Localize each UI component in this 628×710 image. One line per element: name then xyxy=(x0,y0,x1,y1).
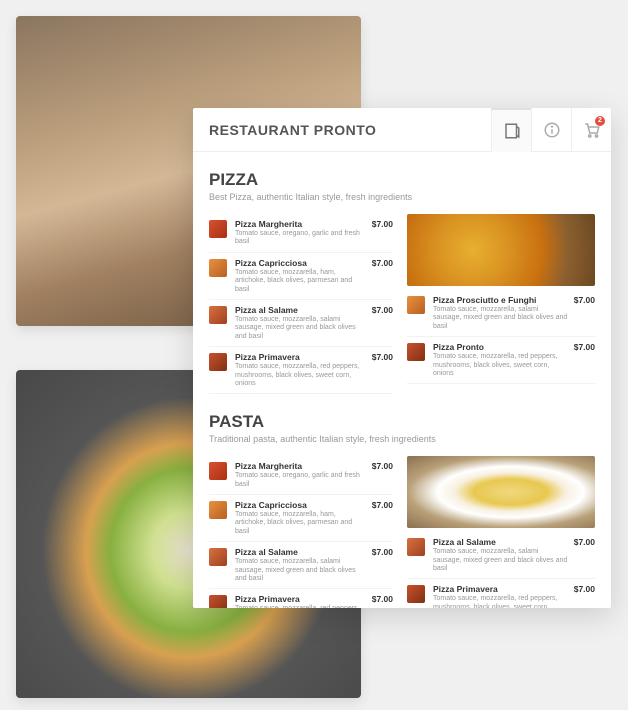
menu-item[interactable]: Pizza al SalameTomato sauce, mozzarella,… xyxy=(407,532,595,579)
pasta-feature-image xyxy=(407,456,595,528)
item-name: Pizza al Salame xyxy=(235,547,366,557)
menu-view-button[interactable] xyxy=(491,108,531,152)
item-name: Pizza Margherita xyxy=(235,461,366,471)
cart-count-badge: 2 xyxy=(595,116,605,126)
item-name: Pizza Capricciosa xyxy=(235,258,366,268)
item-thumb xyxy=(209,595,227,608)
menu-item[interactable]: Pizza PrimaveraTomato sauce, mozzarella,… xyxy=(209,589,393,608)
item-desc: Tomato sauce, mozzarella, ham, artichoke… xyxy=(235,269,366,294)
item-price: $7.00 xyxy=(574,584,595,594)
menu-item[interactable]: Pizza al SalameTomato sauce, mozzarella,… xyxy=(209,542,393,589)
section-title: PASTA xyxy=(209,412,595,432)
restaurant-menu-panel: RESTAURANT PRONTO 2 PIZZA Best Pizza, au… xyxy=(193,108,611,608)
panel-header: RESTAURANT PRONTO 2 xyxy=(193,108,611,152)
item-price: $7.00 xyxy=(372,258,393,268)
section-subtitle: Best Pizza, authentic Italian style, fre… xyxy=(209,192,595,202)
item-price: $7.00 xyxy=(372,500,393,510)
item-desc: Tomato sauce, mozzarella, salami sausage… xyxy=(235,558,366,583)
item-name: Pizza Primavera xyxy=(433,584,568,594)
item-desc: Tomato sauce, mozzarella, salami sausage… xyxy=(235,316,366,341)
section-title: PIZZA xyxy=(209,170,595,190)
item-thumb xyxy=(407,296,425,314)
item-price: $7.00 xyxy=(372,219,393,229)
item-name: Pizza Primavera xyxy=(235,594,366,604)
menu-item[interactable]: Pizza CapricciosaTomato sauce, mozzarell… xyxy=(209,253,393,300)
item-name: Pizza Primavera xyxy=(235,352,366,362)
cart-button[interactable]: 2 xyxy=(571,108,611,152)
item-price: $7.00 xyxy=(574,295,595,305)
item-thumb xyxy=(209,353,227,371)
item-price: $7.00 xyxy=(574,537,595,547)
item-thumb xyxy=(209,220,227,238)
info-icon xyxy=(543,121,561,139)
item-name: Pizza Margherita xyxy=(235,219,366,229)
item-thumb xyxy=(209,548,227,566)
item-price: $7.00 xyxy=(372,461,393,471)
item-desc: Tomato sauce, mozzarella, red peppers, m… xyxy=(235,605,366,608)
item-desc: Tomato sauce, mozzarella, red peppers, m… xyxy=(433,595,568,608)
item-thumb xyxy=(209,501,227,519)
restaurant-title: RESTAURANT PRONTO xyxy=(193,122,491,138)
menu-item[interactable]: Pizza MargheritaTomato sauce, oregano, g… xyxy=(209,456,393,495)
item-price: $7.00 xyxy=(372,352,393,362)
info-button[interactable] xyxy=(531,108,571,152)
item-price: $7.00 xyxy=(372,305,393,315)
item-thumb xyxy=(209,462,227,480)
item-desc: Tomato sauce, mozzarella, ham, artichoke… xyxy=(235,511,366,536)
menu-item[interactable]: Pizza CapricciosaTomato sauce, mozzarell… xyxy=(209,495,393,542)
menu-item[interactable]: Pizza ProntoTomato sauce, mozzarella, re… xyxy=(407,337,595,384)
item-thumb xyxy=(407,343,425,361)
item-desc: Tomato sauce, oregano, garlic and fresh … xyxy=(235,230,366,247)
menu-item[interactable]: Pizza MargheritaTomato sauce, oregano, g… xyxy=(209,214,393,253)
menu-item[interactable]: Pizza PrimaveraTomato sauce, mozzarella,… xyxy=(209,347,393,394)
item-name: Pizza al Salame xyxy=(433,537,568,547)
menu-icon xyxy=(503,122,521,140)
item-thumb xyxy=(209,259,227,277)
menu-item[interactable]: Pizza al SalameTomato sauce, mozzarella,… xyxy=(209,300,393,347)
item-price: $7.00 xyxy=(574,342,595,352)
item-name: Pizza Pronto xyxy=(433,342,568,352)
section-pizza: PIZZA Best Pizza, authentic Italian styl… xyxy=(209,170,595,394)
item-name: Pizza al Salame xyxy=(235,305,366,315)
section-subtitle: Traditional pasta, authentic Italian sty… xyxy=(209,434,595,444)
item-desc: Tomato sauce, mozzarella, salami sausage… xyxy=(433,548,568,573)
menu-item[interactable]: Pizza Prosciutto e FunghiTomato sauce, m… xyxy=(407,290,595,337)
item-desc: Tomato sauce, oregano, garlic and fresh … xyxy=(235,472,366,489)
item-price: $7.00 xyxy=(372,594,393,604)
item-price: $7.00 xyxy=(372,547,393,557)
menu-item[interactable]: Pizza PrimaveraTomato sauce, mozzarella,… xyxy=(407,579,595,608)
item-desc: Tomato sauce, mozzarella, red peppers, m… xyxy=(235,363,366,388)
item-desc: Tomato sauce, mozzarella, red peppers, m… xyxy=(433,353,568,378)
item-desc: Tomato sauce, mozzarella, salami sausage… xyxy=(433,306,568,331)
item-name: Pizza Capricciosa xyxy=(235,500,366,510)
item-thumb xyxy=(407,585,425,603)
item-thumb xyxy=(209,306,227,324)
pizza-feature-image xyxy=(407,214,595,286)
panel-body: PIZZA Best Pizza, authentic Italian styl… xyxy=(193,152,611,608)
item-name: Pizza Prosciutto e Funghi xyxy=(433,295,568,305)
item-thumb xyxy=(407,538,425,556)
section-pasta: PASTA Traditional pasta, authentic Itali… xyxy=(209,412,595,608)
